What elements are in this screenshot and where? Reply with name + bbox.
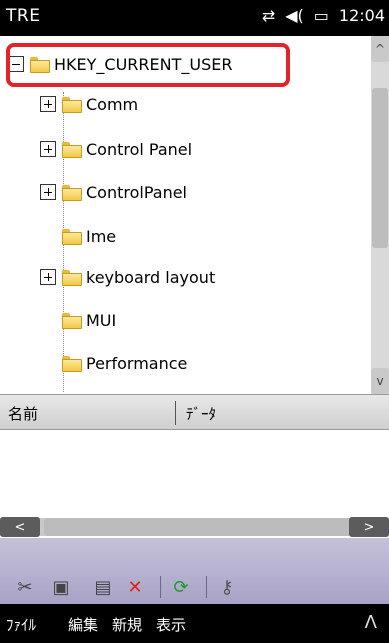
- tree-node-controlpanel[interactable]: ControlPanel: [40, 172, 187, 212]
- tree-node-control-panel[interactable]: Control Panel: [40, 129, 192, 169]
- paste-icon[interactable]: ▤: [92, 576, 114, 598]
- expand-icon[interactable]: [40, 269, 56, 285]
- scroll-thumb[interactable]: [372, 88, 388, 248]
- expand-icon[interactable]: [40, 96, 56, 112]
- battery-icon[interactable]: ▭: [314, 6, 329, 25]
- scroll-right-button[interactable]: >: [349, 517, 389, 537]
- tree-vertical-scrollbar[interactable]: ^ v: [371, 36, 389, 394]
- status-icons: ⇄ ◀( ▭ 12:04: [262, 6, 385, 25]
- tree-node-label: Performance: [86, 353, 188, 373]
- tree-node-comm[interactable]: Comm: [40, 84, 138, 124]
- folder-icon: [62, 97, 82, 113]
- menu-file[interactable]: ﾌｧｲﾙ: [6, 614, 36, 635]
- folder-icon: [62, 185, 82, 201]
- tree-node-label: Control Panel: [86, 139, 193, 159]
- scroll-left-button[interactable]: <: [0, 517, 40, 537]
- tree-node-keyboard-layout[interactable]: keyboard layout: [40, 257, 215, 297]
- tree-node-performance[interactable]: Performance: [40, 343, 187, 383]
- folder-icon: [62, 229, 82, 245]
- expand-menu-icon[interactable]: Λ: [365, 612, 377, 633]
- tree-node-label: ControlPanel: [86, 182, 187, 202]
- app-title: TRE: [6, 6, 41, 26]
- menu-edit[interactable]: 編集: [68, 614, 98, 635]
- expand-icon[interactable]: [40, 184, 56, 200]
- folder-icon: [62, 142, 82, 158]
- folder-icon: [62, 356, 82, 372]
- tree-node-label: Ime: [86, 226, 117, 246]
- cut-icon[interactable]: ✂: [14, 576, 36, 598]
- menu-view[interactable]: 表示: [156, 614, 186, 635]
- list-horizontal-scrollbar[interactable]: < >: [0, 514, 389, 538]
- tree-node-label: MUI: [86, 310, 117, 330]
- column-divider[interactable]: [175, 401, 176, 425]
- connectivity-icon[interactable]: ⇄: [262, 6, 275, 25]
- menu-bar: ﾌｧｲﾙ 編集 新規 表示 Λ: [0, 604, 389, 643]
- selection-highlight: [6, 43, 290, 87]
- tree-node-label: Comm: [86, 94, 139, 114]
- folder-icon: [62, 313, 82, 329]
- tree-node-mui[interactable]: MUI: [40, 300, 116, 340]
- value-list[interactable]: [0, 430, 389, 514]
- toolbar-separator: [206, 576, 207, 598]
- column-header-data[interactable]: ﾃﾞｰﾀ: [186, 403, 216, 424]
- list-header: 名前 ﾃﾞｰﾀ: [0, 394, 389, 430]
- expand-icon[interactable]: [40, 141, 56, 157]
- refresh-icon[interactable]: ⟳: [170, 576, 192, 598]
- folder-icon: [62, 270, 82, 286]
- copy-icon[interactable]: ▣: [50, 576, 72, 598]
- status-bar: TRE ⇄ ◀( ▭ 12:04: [0, 0, 389, 36]
- column-header-name[interactable]: 名前: [8, 403, 38, 424]
- volume-icon[interactable]: ◀(: [285, 6, 304, 25]
- registry-tree[interactable]: HKEY_CURRENT_USER Comm Control Panel Con…: [0, 36, 389, 394]
- menu-new[interactable]: 新規: [112, 614, 142, 635]
- scroll-up-button[interactable]: ^: [371, 36, 389, 62]
- clock[interactable]: 12:04: [339, 6, 385, 25]
- key-icon[interactable]: ⚷: [216, 576, 238, 598]
- tree-node-ime[interactable]: Ime: [40, 216, 116, 256]
- scroll-down-button[interactable]: v: [371, 368, 389, 394]
- toolbar: ✂ ▣ ▤ ✕ ⟳ ⚷: [0, 538, 389, 604]
- tree-node-label: keyboard layout: [86, 267, 216, 287]
- toolbar-separator: [160, 576, 161, 598]
- delete-icon[interactable]: ✕: [124, 576, 146, 598]
- scroll-thumb[interactable]: [44, 518, 352, 536]
